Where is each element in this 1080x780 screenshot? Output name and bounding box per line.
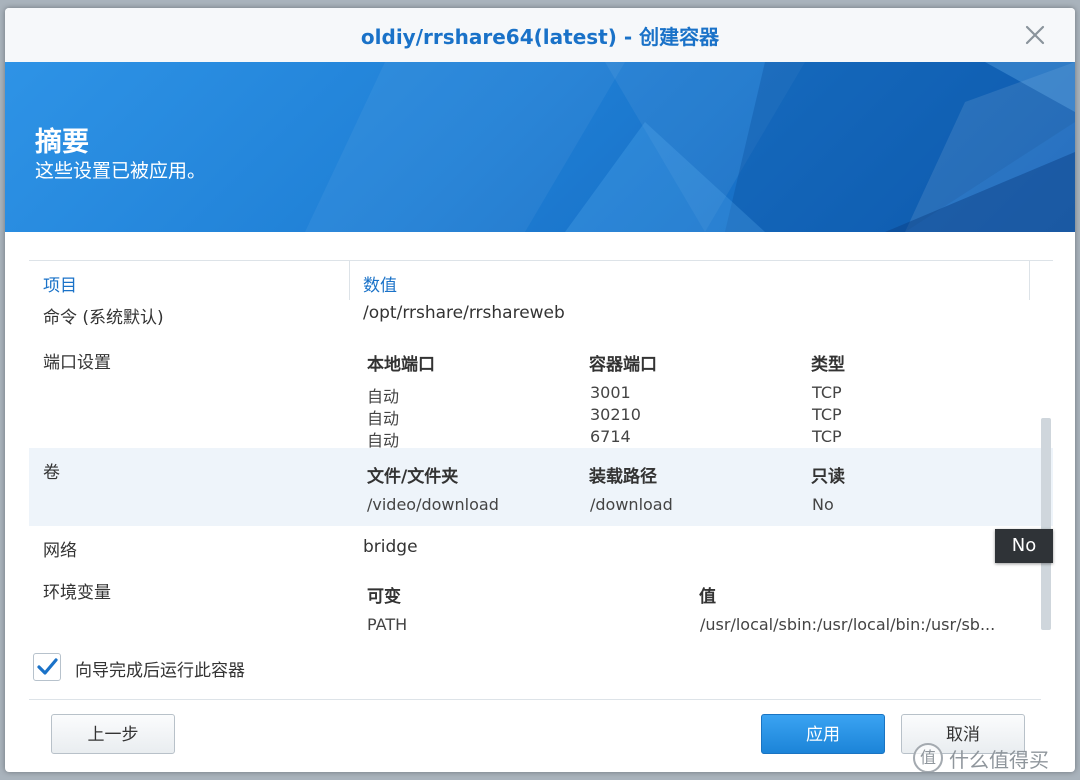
- column-divider: [349, 261, 350, 301]
- banner-pattern: [305, 62, 1075, 232]
- port-type: TCP: [812, 383, 842, 402]
- column-divider: [1029, 261, 1030, 301]
- banner-title: 摘要: [35, 127, 89, 158]
- network-value: bridge: [363, 537, 418, 557]
- table-row-env: 环境变量 可变 值 PATH /usr/local/sbin:/usr/loca…: [29, 568, 1053, 634]
- close-icon[interactable]: [1023, 23, 1047, 47]
- volume-readonly: No: [812, 495, 834, 514]
- table-row-volumes[interactable]: 卷 文件/文件夹 装载路径 只读 /video/download /downlo…: [29, 448, 1053, 527]
- table-row-command: 命令 (系统默认) /opt/rrshare/rrshareweb: [29, 300, 1053, 337]
- tooltip: No: [995, 529, 1053, 563]
- table-header: 项目 数值: [29, 260, 1053, 302]
- ports-header-type: 类型: [811, 355, 845, 375]
- port-container: 3001: [590, 383, 631, 402]
- checkbox-label[interactable]: 向导完成后运行此容器: [75, 656, 245, 681]
- table-scrollbar[interactable]: [1041, 418, 1051, 630]
- env-variable: PATH: [367, 615, 408, 634]
- title-bar: oldiy/rrshare64(latest) - 创建容器: [5, 8, 1075, 63]
- apply-button[interactable]: 应用: [761, 714, 885, 754]
- create-container-dialog: oldiy/rrshare64(latest) - 创建容器 摘要 这些设置已被…: [5, 8, 1075, 772]
- port-local: 自动: [367, 387, 400, 406]
- volume-path: /video/download: [367, 495, 499, 514]
- column-header-item[interactable]: 项目: [43, 271, 77, 296]
- summary-banner: 摘要 这些设置已被应用。: [5, 62, 1075, 232]
- ports-header-container: 容器端口: [589, 355, 657, 375]
- back-button[interactable]: 上一步: [51, 714, 175, 754]
- port-container: 6714: [590, 427, 631, 446]
- port-type: TCP: [812, 405, 842, 424]
- row-label: 卷: [43, 463, 60, 483]
- table-row-ports: 端口设置 本地端口 容器端口 类型 自动 3001 TCP 自动 30210 T…: [29, 336, 1053, 450]
- env-value: /usr/local/sbin:/usr/local/bin:/usr/sb..…: [700, 615, 996, 634]
- watermark-text: 什么值得买: [949, 748, 1049, 772]
- env-header-variable: 可变: [367, 587, 401, 607]
- table-row-network: 网络 bridge: [29, 526, 1053, 569]
- env-header-value: 值: [699, 587, 716, 607]
- footer-divider: [29, 699, 1041, 700]
- window-title: oldiy/rrshare64(latest) - 创建容器: [360, 25, 720, 49]
- port-type: TCP: [812, 427, 842, 446]
- volumes-header-path: 文件/文件夹: [367, 467, 459, 487]
- row-label: 网络: [43, 541, 77, 561]
- summary-table: 项目 数值 命令 (系统默认) /opt/rrshare/rrshareweb …: [29, 260, 1053, 634]
- watermark-logo-icon: 值: [913, 743, 943, 772]
- ports-header-local: 本地端口: [367, 355, 435, 375]
- command-value: /opt/rrshare/rrshareweb: [363, 303, 565, 323]
- port-local: 自动: [367, 409, 400, 428]
- volumes-header-readonly: 只读: [811, 467, 845, 487]
- banner-subtitle: 这些设置已被应用。: [35, 160, 207, 182]
- volumes-header-mount: 装载路径: [589, 467, 657, 487]
- port-container: 30210: [590, 405, 641, 424]
- column-header-value[interactable]: 数值: [363, 271, 397, 296]
- volume-mount: /download: [590, 495, 673, 514]
- row-label: 命令 (系统默认): [43, 308, 164, 328]
- run-after-wizard-checkbox[interactable]: [33, 653, 61, 681]
- row-label: 端口设置: [43, 353, 111, 373]
- row-label: 环境变量: [43, 583, 111, 603]
- checkmark-icon: [37, 658, 58, 675]
